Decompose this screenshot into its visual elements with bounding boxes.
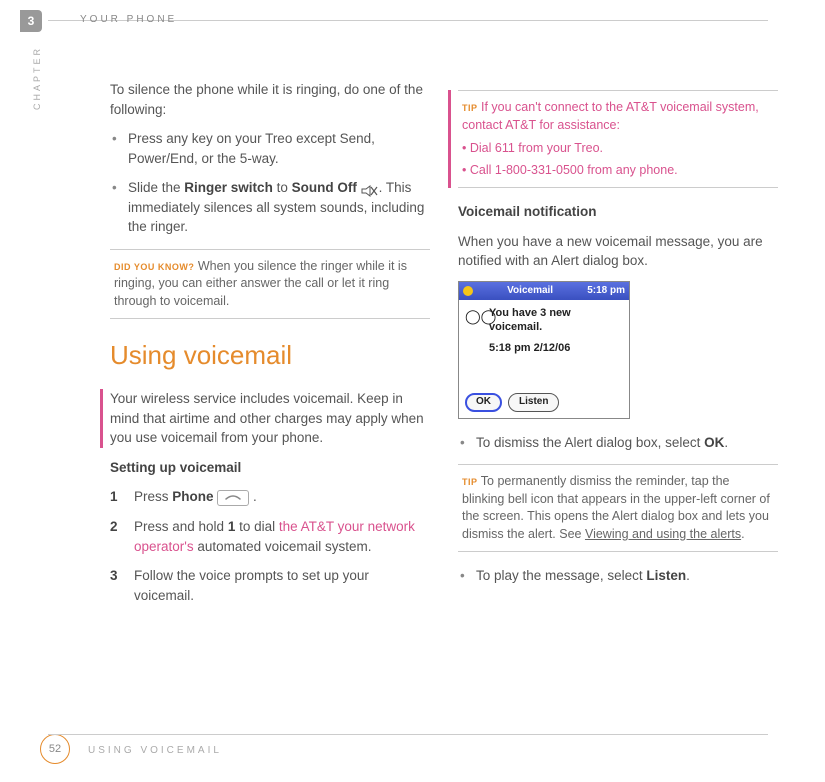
screenshot-spacer [459,361,629,389]
notification-paragraph: When you have a new voicemail message, y… [458,232,778,271]
ok-button: OK [465,393,502,412]
footer-label: USING VOICEMAIL [88,745,222,756]
subheading: Setting up voicemail [110,458,430,478]
right-column: TIP If you can't connect to the AT&T voi… [458,80,778,615]
text: . [741,527,744,541]
list-item: To dismiss the Alert dialog box, select … [458,433,778,453]
text: . [249,489,257,504]
tip-label: TIP [462,103,478,113]
left-column: To silence the phone while it is ringing… [110,80,430,615]
step-number: 2 [110,517,118,537]
text: Follow the voice prompts to set up your … [134,568,369,603]
content-columns: To silence the phone while it is ringing… [110,80,780,615]
text: automated voicemail system. [194,539,372,554]
bold-text: OK [704,435,724,450]
revision-bar: Your wireless service includes voicemail… [100,389,430,448]
phone-button-icon [217,490,249,506]
setup-steps: 1 Press Phone . 2 Press and hold 1 to di… [110,487,430,605]
bold-text: Listen [646,568,686,583]
alert-dialog-screenshot: Voicemail 5:18 pm ◯◯ You have 3 new voic… [458,281,630,419]
text: Press [134,489,172,504]
screenshot-clock: 5:18 pm [587,284,625,299]
sound-off-icon [361,183,379,195]
text: Slide the [128,180,184,195]
struck-text: the AT&T [279,519,334,534]
tip-bullet: Dial 611 from your Treo. [470,141,603,155]
subheading: Voicemail notification [458,202,778,222]
text: To play the message, select [476,568,646,583]
msg-timestamp: 5:18 pm 2/12/06 [489,341,571,355]
intro-paragraph: To silence the phone while it is ringing… [110,80,430,119]
text: . [686,568,690,583]
bell-icon [463,286,473,296]
text: . [724,435,728,450]
did-you-know-box: DID YOU KNOW? When you silence the ringe… [110,249,430,320]
list-item: To play the message, select Listen. [458,566,778,586]
play-list: To play the message, select Listen. [458,566,778,586]
text: to [273,180,292,195]
revision-bar: TIP If you can't connect to the AT&T voi… [448,90,778,188]
list-item: Slide the Ringer switch to Sound Off . T… [110,178,430,237]
silence-options-list: Press any key on your Treo except Send, … [110,129,430,237]
section-heading: Using voicemail [110,337,430,375]
text: To dismiss the Alert dialog box, select [476,435,704,450]
voicemail-intro: Your wireless service includes voicemail… [110,389,430,448]
step-number: 3 [110,566,118,586]
bold-text: Sound Off [292,180,357,195]
dismiss-list: To dismiss the Alert dialog box, select … [458,433,778,453]
step-item: 1 Press Phone . [110,487,430,507]
list-item: Press any key on your Treo except Send, … [110,129,430,168]
screenshot-title: Voicemail [507,284,553,299]
chapter-number-badge: 3 [20,10,42,32]
listen-button: Listen [508,393,559,412]
running-header: YOUR PHONE [80,14,177,25]
text: Press and hold [134,519,228,534]
msg-line2: voicemail. [489,321,542,333]
screenshot-button-row: OK Listen [459,389,629,418]
voicemail-tape-icon: ◯◯ [465,306,483,355]
link-text: Viewing and using the alerts [585,527,741,541]
step-item: 2 Press and hold 1 to dial the AT&T your… [110,517,430,556]
chapter-label: CHAPTER [32,46,42,110]
screenshot-body: ◯◯ You have 3 new voicemail. 5:18 pm 2/1… [459,300,629,361]
tip-box-att: TIP If you can't connect to the AT&T voi… [458,90,778,188]
tip-label: TIP [462,477,478,487]
msg-line1: You have 3 new [489,307,571,319]
dyk-label: DID YOU KNOW? [114,262,194,272]
bold-text: Ringer switch [184,180,273,195]
bold-text: Phone [172,489,213,504]
step-item: 3 Follow the voice prompts to set up you… [110,566,430,605]
tip-bullet: Call 1-800-331-0500 from any phone. [470,163,678,177]
screenshot-message: You have 3 new voicemail. 5:18 pm 2/12/0… [489,306,571,355]
tip-text: If you can't connect to the AT&T voicema… [462,100,759,132]
tip-box-dismiss: TIP To permanently dismiss the reminder,… [458,464,778,552]
footer: USING VOICEMAIL [48,734,768,756]
step-number: 1 [110,487,118,507]
page: 3 YOUR PHONE CHAPTER To silence the phon… [0,0,825,782]
text: to dial [235,519,279,534]
screenshot-titlebar: Voicemail 5:18 pm [459,282,629,301]
